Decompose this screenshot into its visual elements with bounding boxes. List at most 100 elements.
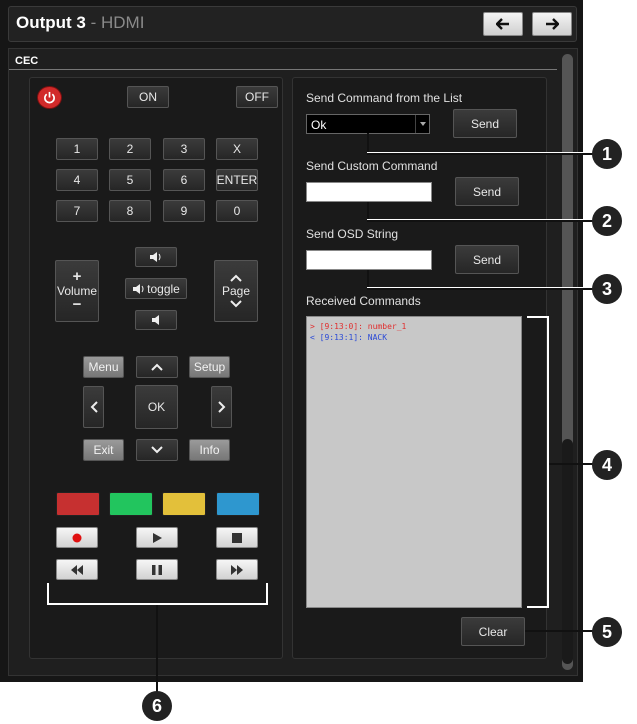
on-button[interactable]: ON [127, 86, 169, 108]
keypad-key-0[interactable]: 0 [216, 200, 258, 222]
section-divider [9, 69, 557, 70]
keypad-key-enter[interactable]: ENTER [216, 169, 258, 191]
next-output-button[interactable] [532, 12, 572, 36]
bracket-6-right [266, 583, 268, 604]
callout-3-line-v [367, 270, 369, 288]
callout-1-line-h [367, 152, 595, 155]
callout-3-line-h [367, 287, 595, 290]
stop-button[interactable] [216, 527, 258, 548]
fast-forward-button[interactable] [216, 559, 258, 580]
send-list-label: Send Command from the List [306, 91, 463, 105]
callout-3: 3 [592, 274, 622, 304]
speaker-quiet-icon [152, 315, 159, 325]
menu-button[interactable]: Menu [83, 356, 124, 378]
speaker-icon [133, 283, 144, 294]
yellow-key[interactable] [162, 492, 206, 516]
play-button[interactable] [136, 527, 178, 548]
callout-5-line [525, 630, 595, 632]
record-icon [72, 533, 82, 542]
callout-1-line-v [367, 133, 369, 153]
exit-button[interactable]: Exit [83, 439, 124, 461]
volume-rocker[interactable]: + Volume − [55, 260, 99, 322]
custom-command-input[interactable] [306, 182, 432, 202]
clear-button[interactable]: Clear [461, 617, 525, 646]
volume-up-button[interactable] [135, 247, 177, 267]
select-arrow-icon [415, 115, 429, 133]
callout-5: 5 [592, 617, 622, 647]
off-button[interactable]: OFF [236, 86, 278, 108]
keypad-key-2[interactable]: 2 [109, 138, 151, 160]
blue-key[interactable] [216, 492, 260, 516]
nav-down-button[interactable] [136, 439, 178, 461]
setup-button[interactable]: Setup [189, 356, 230, 378]
cec-window: Output 3 - HDMI CEC ON OFF 1 2 3 X 4 5 6 ENTER 7… [0, 0, 583, 682]
keypad-key-4[interactable]: 4 [56, 169, 98, 191]
title-sub: HDMI [101, 13, 145, 32]
log-line: > [9:13:0]: number_1 [310, 322, 407, 331]
callout-2-line-v [367, 202, 369, 220]
fast-forward-icon [231, 564, 243, 575]
keypad-key-8[interactable]: 8 [109, 200, 151, 222]
speaker-loud-icon [150, 252, 161, 262]
keypad-key-7[interactable]: 7 [56, 200, 98, 222]
power-icon [44, 91, 55, 104]
play-icon [153, 532, 162, 543]
page-label: Page [221, 284, 251, 298]
ok-button[interactable]: OK [135, 385, 178, 429]
send-list-button[interactable]: Send [453, 109, 517, 138]
keypad-key-1[interactable]: 1 [56, 138, 98, 160]
toggle-label: toggle [147, 281, 180, 296]
keypad-key-x[interactable]: X [216, 138, 258, 160]
keypad-key-6[interactable]: 6 [163, 169, 205, 191]
info-button[interactable]: Info [189, 439, 230, 461]
keypad-key-3[interactable]: 3 [163, 138, 205, 160]
callout-2-line-h [367, 219, 595, 222]
power-button[interactable] [37, 86, 62, 109]
red-key[interactable] [56, 492, 100, 516]
nav-up-button[interactable] [136, 356, 178, 378]
title-bar: Output 3 - HDMI [8, 6, 577, 42]
rewind-icon [71, 564, 83, 575]
callout-4: 4 [592, 450, 622, 480]
green-key[interactable] [109, 492, 153, 516]
page-rocker[interactable]: Page [214, 260, 258, 322]
send-custom-label: Send Custom Command [306, 159, 438, 173]
nav-right-button[interactable] [211, 386, 232, 428]
volume-plus: + [72, 268, 82, 285]
mute-toggle-button[interactable]: toggle [125, 278, 187, 299]
callout-1: 1 [592, 139, 622, 169]
chevron-up-icon [151, 363, 163, 371]
chevron-left-icon [90, 401, 98, 413]
record-button[interactable] [56, 527, 98, 548]
callout-6-line [156, 605, 158, 693]
command-select[interactable]: Ok [306, 114, 430, 134]
arrow-left-icon [496, 18, 509, 30]
pause-icon [152, 564, 162, 575]
rewind-button[interactable] [56, 559, 98, 580]
stop-icon [232, 532, 242, 543]
volume-down-button[interactable] [135, 310, 177, 330]
send-custom-button[interactable]: Send [455, 177, 519, 206]
osd-string-input[interactable] [306, 250, 432, 270]
bracket-6-left [47, 583, 49, 604]
received-commands-label: Received Commands [306, 294, 421, 308]
nav-left-button[interactable] [83, 386, 104, 428]
section-label: CEC [15, 55, 39, 67]
keypad-key-9[interactable]: 9 [163, 200, 205, 222]
keypad-key-5[interactable]: 5 [109, 169, 151, 191]
callout-6: 6 [142, 691, 172, 721]
chevron-down-icon [230, 300, 242, 308]
bracket-4-side [547, 316, 549, 608]
chevron-right-icon [217, 401, 225, 413]
arrow-right-icon [546, 18, 559, 30]
prev-output-button[interactable] [483, 12, 523, 36]
pause-button[interactable] [136, 559, 178, 580]
send-osd-button[interactable]: Send [455, 245, 519, 274]
received-commands-log[interactable]: > [9:13:0]: number_1 < [9:13:1]: NACK [306, 316, 522, 608]
command-select-value: Ok [311, 118, 327, 132]
send-osd-label: Send OSD String [306, 227, 399, 241]
bracket-4-top [527, 316, 548, 318]
chevron-down-icon [151, 446, 163, 454]
bracket-4-bottom [527, 606, 548, 608]
log-line: < [9:13:1]: NACK [310, 333, 388, 342]
